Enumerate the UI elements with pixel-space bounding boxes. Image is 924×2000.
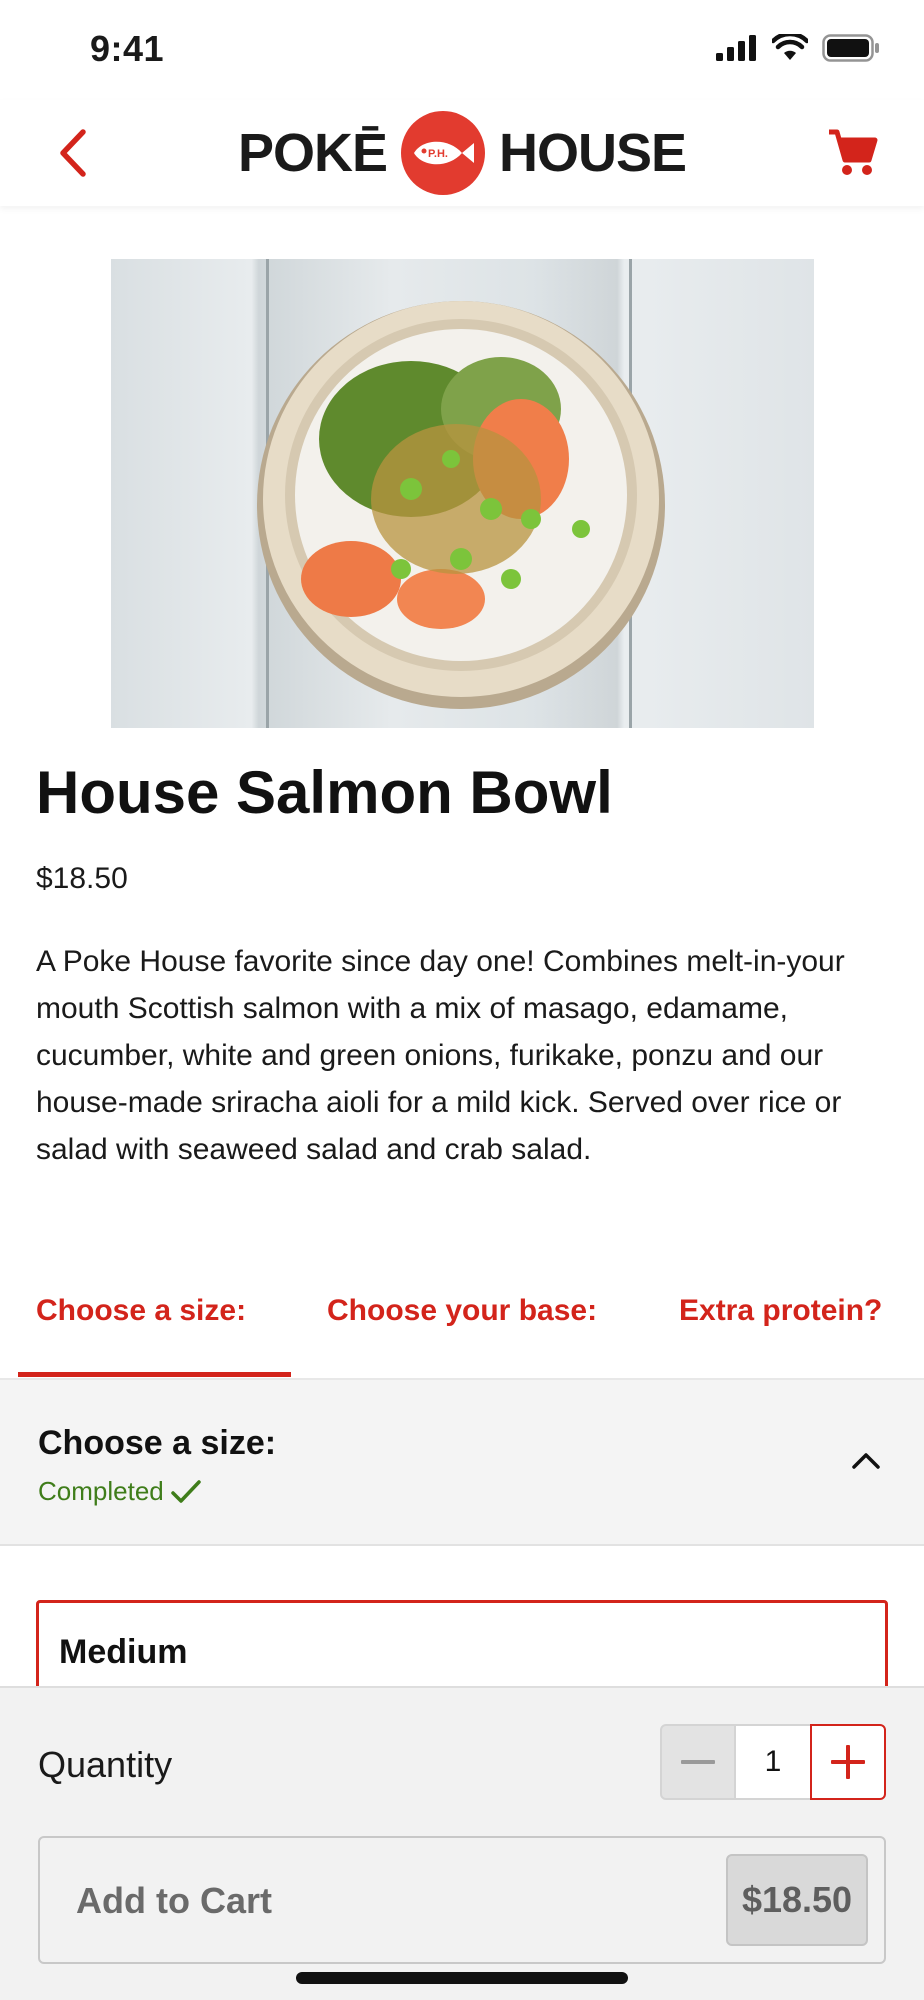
wifi-icon <box>772 34 808 60</box>
add-to-cart-label: Add to Cart <box>76 1880 272 1921</box>
quantity-value[interactable]: 1 <box>736 1724 810 1800</box>
status-bar: 9:41 <box>0 0 924 100</box>
checkmark-icon <box>170 1479 201 1503</box>
plus-icon <box>831 1745 865 1779</box>
signal-icon <box>716 35 756 61</box>
product-image <box>111 259 814 728</box>
status-time: 9:41 <box>90 28 165 69</box>
home-indicator[interactable] <box>296 1972 628 1984</box>
tab-extra-protein[interactable]: Extra protein? <box>679 1294 882 1328</box>
add-to-cart-button[interactable]: Add to Cart $18.50 <box>38 1836 886 1964</box>
logo-text-left: POKĒ <box>238 123 388 183</box>
decrease-quantity-button[interactable] <box>660 1724 736 1800</box>
minus-icon <box>681 1760 715 1764</box>
option-tabs: Choose a size: Choose your base: Extra p… <box>0 1268 924 1380</box>
tab-choose-base[interactable]: Choose your base: <box>327 1294 597 1328</box>
section-status: Completed <box>38 1476 202 1507</box>
chevron-up-icon[interactable] <box>846 1440 886 1480</box>
option-label: Medium <box>59 1633 188 1671</box>
add-to-cart-price: $18.50 <box>726 1854 868 1946</box>
back-button[interactable] <box>40 118 104 188</box>
bottom-bar: Quantity 1 Add to Cart $18.50 <box>0 1686 924 2000</box>
fish-logo-icon: P.H. <box>401 111 485 195</box>
app-header: POKĒ P.H. HOUSE <box>0 100 924 206</box>
active-tab-indicator <box>18 1372 291 1377</box>
logo-text-right: HOUSE <box>498 123 687 183</box>
poke-house-logo[interactable]: POKĒ P.H. HOUSE <box>238 100 687 206</box>
battery-icon <box>822 34 879 62</box>
product-price: $18.50 <box>36 862 128 895</box>
status-icons <box>716 34 880 62</box>
cart-icon <box>829 129 878 175</box>
section-title: Choose a size: <box>38 1424 277 1462</box>
quantity-label: Quantity <box>38 1744 173 1785</box>
tab-choose-size[interactable]: Choose a size: <box>36 1294 246 1328</box>
size-section-header[interactable]: Choose a size: Completed <box>0 1378 924 1546</box>
section-status-text: Completed <box>38 1476 164 1506</box>
cart-button[interactable] <box>818 118 888 188</box>
chevron-left-icon <box>60 129 86 177</box>
product-title: House Salmon Bowl <box>36 759 613 826</box>
product-description: A Poke House favorite since day one! Com… <box>36 945 845 1166</box>
quantity-stepper: 1 <box>660 1724 886 1800</box>
increase-quantity-button[interactable] <box>810 1724 886 1800</box>
logo-fish-text: P.H. <box>428 148 448 160</box>
